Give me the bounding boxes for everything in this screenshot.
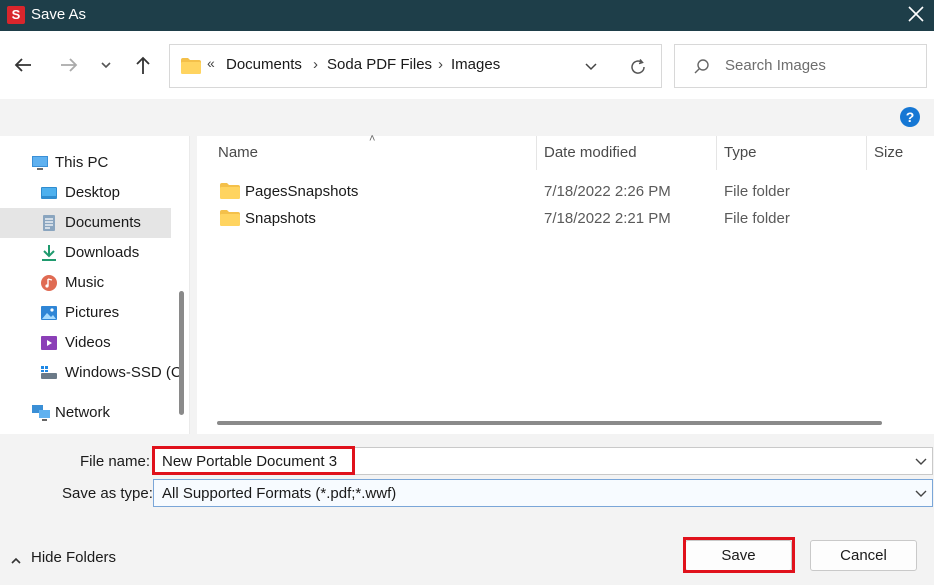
monitor-icon bbox=[31, 154, 49, 172]
breadcrumb-documents[interactable]: Documents bbox=[226, 56, 302, 73]
file-type: File folder bbox=[724, 210, 790, 227]
file-name-highlight bbox=[152, 446, 355, 475]
sidebar-item-this-pc[interactable]: This PC bbox=[0, 148, 171, 178]
breadcrumb-images[interactable]: Images bbox=[451, 56, 500, 73]
refresh-icon[interactable] bbox=[628, 57, 648, 81]
file-type: File folder bbox=[724, 183, 790, 200]
chevron-down-icon[interactable] bbox=[914, 455, 928, 472]
search-icon bbox=[693, 58, 711, 80]
chevron-up-icon bbox=[10, 553, 22, 570]
overflow-indicator[interactable]: « bbox=[207, 55, 215, 71]
sidebar-item-label: Windows-SSD (C bbox=[65, 364, 182, 381]
column-divider[interactable] bbox=[716, 136, 717, 170]
download-icon bbox=[40, 244, 58, 262]
sidebar-item-pictures[interactable]: Pictures bbox=[0, 298, 171, 328]
drive-icon bbox=[40, 364, 58, 382]
navigation-pane: This PC Desktop Documents Downloads Musi… bbox=[0, 136, 190, 434]
navigation-toolbar: « Documents › Soda PDF Files › Images Se… bbox=[0, 31, 934, 99]
column-header-size[interactable]: Size bbox=[874, 144, 903, 161]
sidebar-item-label: Desktop bbox=[65, 184, 121, 201]
sidebar-item-label: Documents bbox=[65, 214, 141, 231]
sidebar-item-downloads[interactable]: Downloads bbox=[0, 238, 171, 268]
close-icon[interactable] bbox=[906, 4, 926, 24]
table-row[interactable]: PagesSnapshots 7/18/2022 2:26 PM File fo… bbox=[197, 178, 934, 205]
sidebar-item-network[interactable]: Network bbox=[0, 398, 171, 428]
save-form: File name: New Portable Document 3 Save … bbox=[0, 434, 934, 585]
sidebar-item-windows-ssd[interactable]: Windows-SSD (C bbox=[0, 358, 182, 388]
chevron-down-icon[interactable] bbox=[914, 487, 928, 504]
hide-folders-label: Hide Folders bbox=[31, 549, 117, 566]
save-as-type-label: Save as type: bbox=[62, 485, 153, 502]
sidebar-item-label: This PC bbox=[55, 154, 109, 171]
sidebar-item-label: Music bbox=[65, 274, 105, 291]
app-logo-icon: S bbox=[7, 6, 25, 24]
search-box[interactable]: Search Images bbox=[674, 44, 927, 88]
recent-locations-button[interactable] bbox=[96, 53, 120, 77]
sidebar-item-videos[interactable]: Videos bbox=[0, 328, 171, 358]
music-icon bbox=[40, 274, 58, 292]
window-title: Save As bbox=[31, 6, 87, 23]
sidebar-item-label: Videos bbox=[65, 334, 111, 351]
sidebar-item-desktop[interactable]: Desktop bbox=[0, 178, 171, 208]
breadcrumb-separator[interactable]: › bbox=[313, 56, 318, 73]
sidebar-item-label: Network bbox=[55, 404, 111, 421]
file-name: Snapshots bbox=[245, 210, 316, 227]
forward-button[interactable] bbox=[57, 53, 81, 77]
sidebar-item-documents[interactable]: Documents bbox=[0, 208, 171, 238]
help-icon[interactable]: ? bbox=[900, 107, 920, 127]
file-date: 7/18/2022 2:26 PM bbox=[544, 183, 671, 200]
sidebar-item-music[interactable]: Music bbox=[0, 268, 171, 298]
column-divider[interactable] bbox=[536, 136, 537, 170]
up-button[interactable] bbox=[131, 53, 155, 77]
file-date: 7/18/2022 2:21 PM bbox=[544, 210, 671, 227]
title-bar: S Save As bbox=[0, 0, 934, 31]
sort-ascending-icon: ˄ bbox=[369, 133, 376, 145]
breadcrumb-soda-pdf-files[interactable]: Soda PDF Files bbox=[327, 56, 432, 73]
breadcrumb-separator[interactable]: › bbox=[438, 56, 443, 73]
file-list: ˄ Name Date modified Type Size PagesSnap… bbox=[197, 133, 934, 434]
column-divider[interactable] bbox=[866, 136, 867, 170]
folder-icon bbox=[181, 58, 201, 78]
arrow-right-icon bbox=[61, 58, 78, 72]
desktop-icon bbox=[40, 184, 58, 202]
save-as-type-select[interactable]: All Supported Formats (*.pdf;*.wwf) bbox=[153, 479, 933, 507]
pictures-icon bbox=[40, 304, 58, 322]
address-bar[interactable]: « Documents › Soda PDF Files › Images bbox=[169, 44, 662, 88]
arrow-left-icon bbox=[14, 58, 31, 72]
search-input[interactable]: Search Images bbox=[725, 57, 826, 74]
sidebar-scrollbar[interactable] bbox=[179, 291, 184, 415]
folder-icon bbox=[220, 210, 240, 230]
sidebar-item-label: Downloads bbox=[65, 244, 140, 261]
command-bar: ? bbox=[0, 99, 934, 136]
save-as-type-value: All Supported Formats (*.pdf;*.wwf) bbox=[162, 485, 397, 502]
address-history-chevron-icon[interactable] bbox=[583, 60, 599, 78]
save-button-highlight bbox=[683, 537, 795, 573]
network-icon bbox=[31, 404, 50, 422]
back-button[interactable] bbox=[11, 53, 35, 77]
documents-icon bbox=[40, 214, 58, 232]
column-header-name[interactable]: Name bbox=[218, 144, 258, 161]
file-name-label: File name: bbox=[80, 453, 151, 470]
cancel-button[interactable]: Cancel bbox=[810, 540, 917, 571]
column-header-type[interactable]: Type bbox=[724, 144, 757, 161]
horizontal-scrollbar[interactable] bbox=[217, 421, 882, 425]
column-header-date-modified[interactable]: Date modified bbox=[544, 144, 637, 161]
table-row[interactable]: Snapshots 7/18/2022 2:21 PM File folder bbox=[197, 205, 934, 232]
sidebar-item-label: Pictures bbox=[65, 304, 120, 321]
folder-icon bbox=[220, 183, 240, 203]
chevron-down-icon bbox=[101, 62, 111, 69]
arrow-up-icon bbox=[136, 56, 150, 74]
videos-icon bbox=[40, 334, 58, 352]
file-name: PagesSnapshots bbox=[245, 183, 359, 200]
